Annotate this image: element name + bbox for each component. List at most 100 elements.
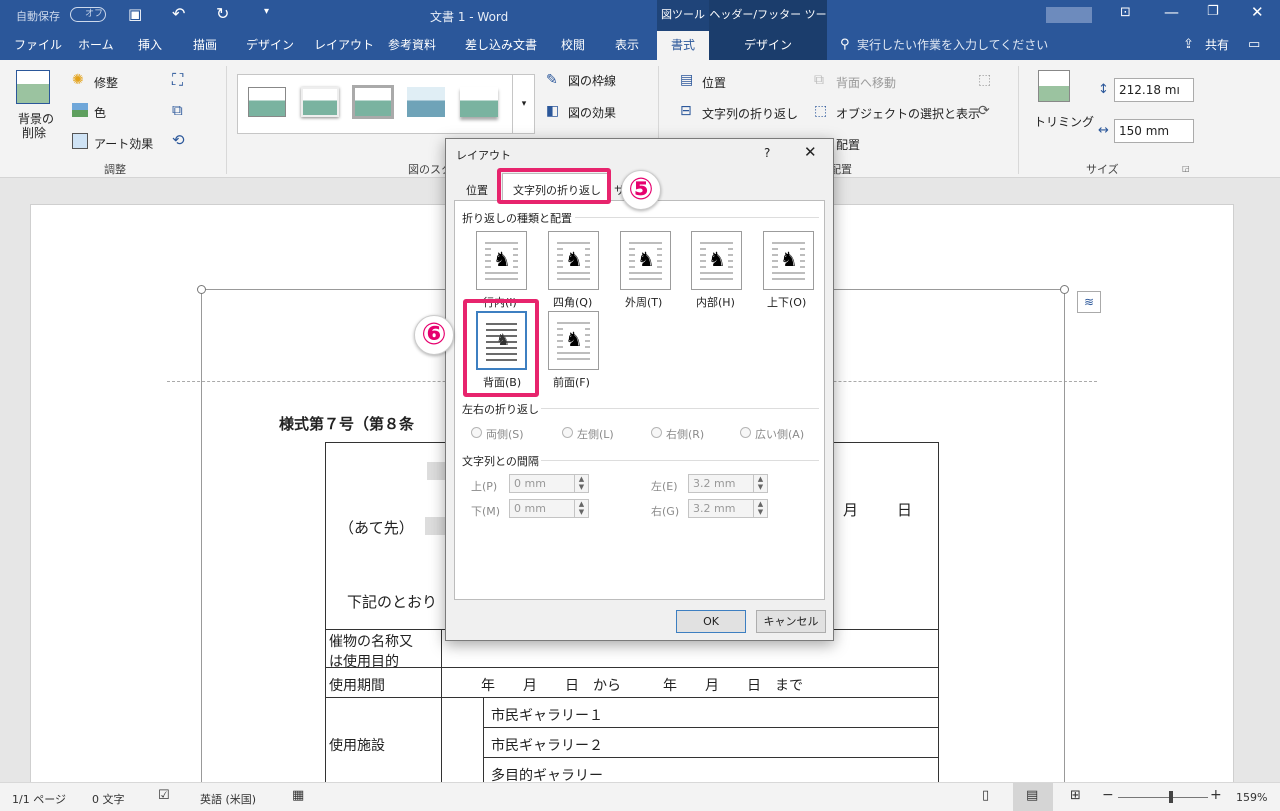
tab-home[interactable]: ホーム (78, 31, 114, 60)
artistic-effects-button[interactable]: アート効果 (94, 135, 153, 152)
autosave-toggle[interactable]: オフ (70, 7, 106, 22)
spin-arrows-icon[interactable]: ▲ ▼ (753, 500, 767, 517)
crop-button[interactable]: トリミング (1034, 113, 1094, 130)
tab-review[interactable]: 校閲 (561, 31, 585, 60)
style-thumb[interactable] (301, 87, 339, 117)
table-col-line (483, 697, 484, 795)
tab-design[interactable]: デザイン (246, 31, 294, 60)
resize-handle[interactable] (1060, 285, 1069, 294)
comments-icon[interactable]: ▭ (1248, 37, 1260, 52)
selection-pane-button[interactable]: オブジェクトの選択と表示 (836, 105, 980, 122)
tab-layout[interactable]: レイアウト (314, 31, 374, 60)
reset-picture-icon[interactable]: ⟲ (172, 131, 185, 149)
restore-icon[interactable]: ❐ (1207, 4, 1219, 19)
align-button[interactable]: 配置 (836, 136, 860, 153)
tab-file[interactable]: ファイル (14, 31, 62, 60)
width-input[interactable]: 150 mm (1114, 119, 1194, 143)
zoom-slider-track[interactable] (1118, 797, 1208, 798)
layout-options-icon[interactable]: ≋ (1077, 291, 1101, 313)
share-button[interactable]: 共有 (1205, 31, 1229, 60)
tab-position[interactable]: 位置 (466, 182, 488, 198)
picture-border-button[interactable]: 図の枠線 (568, 72, 616, 89)
wrap-top-bottom-button[interactable]: ♞ (763, 231, 814, 290)
zoom-in-icon[interactable]: + (1210, 787, 1222, 803)
read-mode-icon[interactable]: ▯ (982, 788, 989, 803)
color-button[interactable]: 色 (94, 104, 106, 121)
style-thumb[interactable] (407, 87, 445, 117)
compress-pictures-icon[interactable]: ⛶ (172, 70, 183, 90)
page-count[interactable]: 1/1 ページ (12, 791, 66, 807)
ok-button[interactable]: OK (676, 610, 746, 633)
save-icon[interactable]: ▣ (128, 5, 142, 23)
style-thumb[interactable] (352, 85, 394, 119)
language-indicator[interactable]: 英語 (米国) (200, 791, 256, 807)
picture-styles-gallery[interactable]: ▾ (237, 74, 535, 134)
word-count[interactable]: 0 文字 (92, 791, 125, 807)
macro-icon[interactable]: ▦ (292, 788, 304, 803)
group-objects-icon[interactable]: ⬚ (978, 72, 991, 88)
tab-insert[interactable]: 挿入 (138, 31, 162, 60)
zoom-slider-thumb[interactable] (1169, 791, 1174, 803)
rotate-icon[interactable]: ⟳ (978, 103, 990, 119)
left-distance-input[interactable]: 3.2 mm ▲ ▼ (688, 474, 768, 493)
wrap-through-button[interactable]: ♞ (691, 231, 742, 290)
crop-icon[interactable] (1038, 70, 1070, 102)
cancel-button[interactable]: キャンセル (756, 610, 826, 633)
wrap-text-button[interactable]: 文字列の折り返し (702, 105, 798, 122)
facility-item: 市民ギャラリー２ (491, 738, 603, 754)
zoom-out-icon[interactable]: − (1102, 787, 1114, 803)
spin-arrows-icon[interactable]: ▲ ▼ (574, 475, 588, 492)
bring-forward-button[interactable]: 背面へ移動 (836, 74, 896, 91)
web-layout-icon[interactable]: ⊞ (1070, 788, 1081, 803)
proofing-icon[interactable]: ☑ (158, 788, 170, 803)
dog-icon: ♞ (635, 246, 657, 272)
corrections-button[interactable]: 修整 (94, 74, 118, 91)
tab-view[interactable]: 表示 (615, 31, 639, 60)
tab-draw[interactable]: 描画 (193, 31, 217, 60)
tab-format[interactable]: 書式 (657, 31, 709, 60)
right-distance-input[interactable]: 3.2 mm ▲ ▼ (688, 499, 768, 518)
radio-both-sides[interactable] (471, 427, 482, 438)
wrap-in-front-button[interactable]: ♞ (548, 311, 599, 370)
radio-largest[interactable] (740, 427, 751, 438)
resize-handle[interactable] (197, 285, 206, 294)
change-picture-icon[interactable]: ⧉ (172, 101, 183, 119)
minimize-icon[interactable]: — (1164, 3, 1179, 21)
help-button[interactable]: ? (764, 146, 770, 160)
tab-mailings[interactable]: 差し込み文書 (465, 31, 537, 60)
bottom-distance-input[interactable]: 0 mm ▲ ▼ (509, 499, 589, 518)
tell-me-input[interactable]: 実行したい作業を入力してください (857, 31, 1048, 60)
tab-references[interactable]: 参考資料 (388, 31, 436, 60)
size-dialog-launcher-icon[interactable]: ◲ (1182, 164, 1190, 173)
style-thumb[interactable] (460, 87, 498, 117)
account-name[interactable] (1046, 7, 1092, 23)
radio-label: 左側(L) (577, 428, 614, 441)
spin-arrows-icon[interactable]: ▲ ▼ (574, 500, 588, 517)
undo-icon[interactable]: ↶ (172, 4, 185, 23)
tab-hf-design[interactable]: デザイン (709, 31, 827, 60)
table-border (325, 442, 326, 795)
wrap-inline-button[interactable]: ♞ (476, 231, 527, 290)
zoom-level[interactable]: 159% (1236, 791, 1267, 804)
close-icon[interactable]: ✕ (804, 143, 817, 161)
height-input[interactable]: 212.18 mı (1114, 78, 1194, 102)
style-thumb[interactable] (248, 87, 286, 117)
radio-left[interactable] (562, 427, 573, 438)
close-icon[interactable]: ✕ (1251, 3, 1264, 21)
remove-background-icon[interactable] (16, 70, 50, 104)
dog-icon: ♞ (778, 246, 800, 272)
redo-icon[interactable]: ↻ (216, 4, 229, 23)
share-icon[interactable]: ⇪ (1183, 37, 1194, 52)
ribbon-display-icon[interactable]: ⊡ (1120, 5, 1131, 20)
spin-arrows-icon[interactable]: ▲ ▼ (753, 475, 767, 492)
wrap-label: 前面(F) (553, 376, 590, 389)
position-button[interactable]: 位置 (702, 74, 726, 91)
dialog-title: レイアウト (456, 149, 511, 162)
gallery-more-icon[interactable]: ▾ (512, 75, 535, 133)
customize-qat-icon[interactable]: ▾ (264, 6, 269, 17)
wrap-square-button[interactable]: ♞ (548, 231, 599, 290)
wrap-tight-button[interactable]: ♞ (620, 231, 671, 290)
picture-effects-button[interactable]: 図の効果 (568, 104, 616, 121)
radio-right[interactable] (651, 427, 662, 438)
top-distance-input[interactable]: 0 mm ▲ ▼ (509, 474, 589, 493)
